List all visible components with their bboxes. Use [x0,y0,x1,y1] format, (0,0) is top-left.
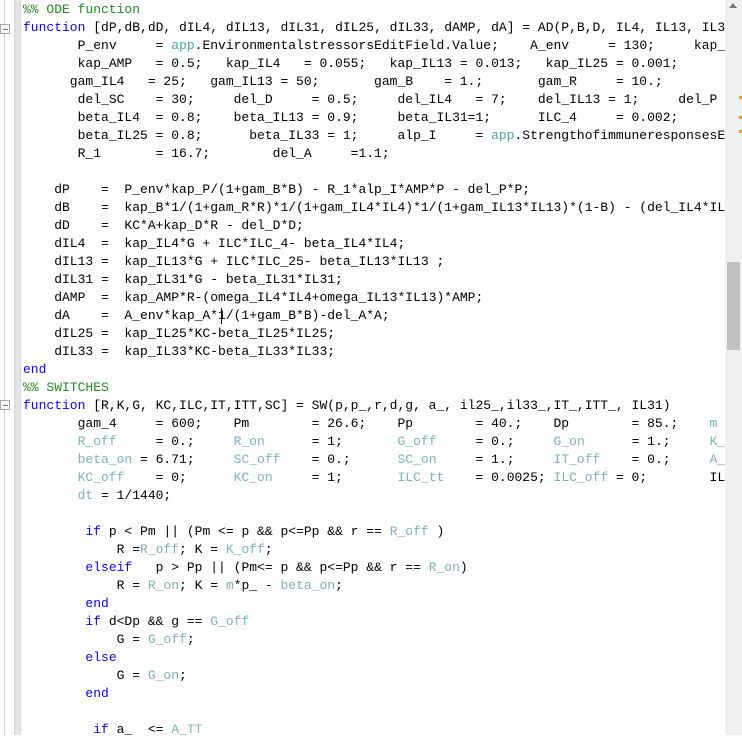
code-line[interactable]: end [23,361,725,379]
text-cursor [221,308,222,324]
code-line[interactable]: if a_ <= A_TT [23,721,725,739]
code-line[interactable]: dIL33 = kap_IL33*KC-beta_IL33*IL33; [23,343,725,361]
code-line[interactable]: G = G_off; [23,631,725,649]
gutter-band [14,0,21,735]
code-line[interactable]: end [23,595,725,613]
code-line[interactable]: beta_on = 6.71; SC_off = 0.; SC_on = 1.;… [23,451,725,469]
code-editor[interactable]: %% ODE function function [dP,dB,dD, dIL4,… [23,1,725,739]
gutter-rail [4,0,5,735]
code-line[interactable]: dAMP = kap_AMP*R-(omega_IL4*IL4+omega_IL… [23,289,725,307]
code-line[interactable]: elseif p > Pp || (Pm<= p && p<=Pp && r =… [23,559,725,577]
code-line[interactable] [23,703,725,721]
vertical-scrollbar[interactable] [725,0,742,735]
code-line[interactable]: dP = P_env*kap_P/(1+gam_B*B) - R_1*alp_I… [23,181,725,199]
code-line[interactable]: P_env = app.EnvironmentalstressorsEditFi… [23,37,725,55]
code-line[interactable]: dIL13 = kap_IL13*G + ILC*ILC_25- beta_IL… [23,253,725,271]
code-line[interactable]: R = R_on; K = m*p_ - beta_on; [23,577,725,595]
code-line[interactable]: function [dP,dB,dD, dIL4, dIL13, dIL31, … [23,19,725,37]
scrollbar-thumb[interactable] [727,262,740,350]
code-line[interactable]: dB = kap_B*1/(1+gam_R*R)*1/(1+gam_IL4*IL… [23,199,725,217]
code-line[interactable]: %% SWITCHES [23,379,725,397]
code-line[interactable]: KC_off = 0; KC_on = 1; ILC_tt = 0.0025; … [23,469,725,487]
code-line[interactable]: %% ODE function [23,1,725,19]
editor-gutter [0,0,21,735]
code-line[interactable]: kap_AMP = 0.5; kap_IL4 = 0.055; kap_IL13… [23,55,725,73]
fold-minus-icon[interactable] [0,400,10,410]
code-line[interactable]: gam_4 = 600; Pm = 26.6; Pp = 40.; Dp = 8… [23,415,725,433]
code-line[interactable]: del_SC = 30; del_D = 0.5; del_IL4 = 7; d… [23,91,725,109]
code-line[interactable]: dD = KC*A+kap_D*R - del_D*D; [23,217,725,235]
fold-minus-icon[interactable] [0,24,10,34]
code-line[interactable]: dt = 1/1440; [23,487,725,505]
code-line[interactable]: dIL25 = kap_IL25*KC-beta_IL25*IL25; [23,325,725,343]
scroll-up-arrow-icon[interactable] [729,3,737,8]
code-line[interactable]: dIL4 = kap_IL4*G + ILC*ILC_4- beta_IL4*I… [23,235,725,253]
code-line[interactable]: gam_IL4 = 25; gam_IL13 = 50; gam_B = 1.;… [23,73,725,91]
code-line[interactable] [23,505,725,523]
code-line[interactable]: if p < Pm || (Pm <= p && p<=Pp && r == R… [23,523,725,541]
code-line[interactable]: if d<Dp && g == G_off [23,613,725,631]
code-line[interactable]: G = G_on; [23,667,725,685]
code-line[interactable]: function [R,K,G, KC,ILC,IT,ITT,SC] = SW(… [23,397,725,415]
code-line[interactable]: dA = A_env*kap_A*1/(1+gam_B*B)-del_A*A; [23,307,725,325]
code-line[interactable]: end [23,685,725,703]
code-line[interactable]: R_1 = 16.7; del_A =1.1; [23,145,725,163]
code-line[interactable] [23,163,725,181]
code-line[interactable]: beta_IL25 = 0.8; beta_IL33 = 1; alp_I = … [23,127,725,145]
code-line[interactable]: R =R_off; K = K_off; [23,541,725,559]
code-line[interactable]: dIL31 = kap_IL31*G - beta_IL31*IL31; [23,271,725,289]
code-line[interactable]: else [23,649,725,667]
code-line[interactable]: beta_IL4 = 0.8; beta_IL13 = 0.9; beta_IL… [23,109,725,127]
code-line[interactable]: R_off = 0.; R_on = 1; G_off = 0.; G_on =… [23,433,725,451]
